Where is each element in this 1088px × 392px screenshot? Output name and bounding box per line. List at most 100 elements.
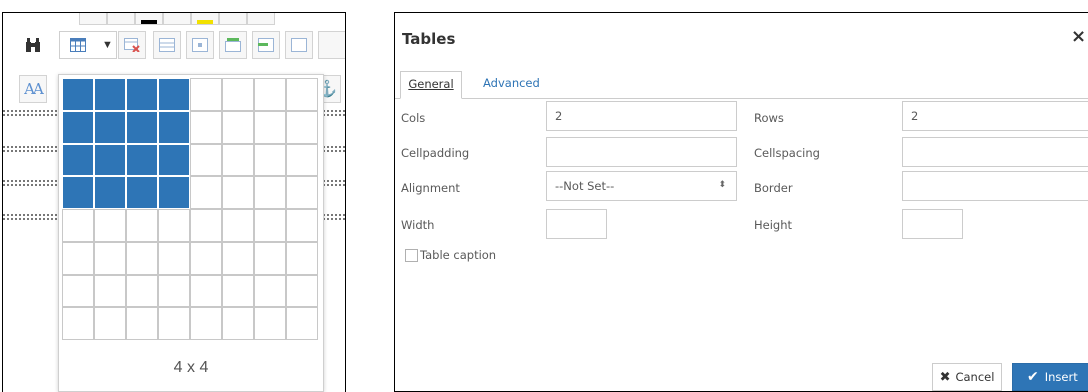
width-input[interactable] [546, 209, 607, 239]
rows-label: Rows [754, 111, 784, 125]
table-picker-cell[interactable] [158, 209, 190, 242]
table-caption-checkbox[interactable] [405, 249, 418, 262]
toolbar-button[interactable] [135, 13, 163, 25]
table-picker-cell[interactable] [126, 78, 158, 111]
table-picker-cell[interactable] [158, 241, 190, 275]
cellpadding-label: Cellpadding [401, 146, 470, 160]
toolbar-button[interactable] [247, 13, 275, 25]
table-picker-cell[interactable] [94, 274, 126, 308]
table-picker-cell[interactable] [254, 176, 286, 209]
table-picker-cell[interactable] [286, 143, 318, 177]
table-picker-cell[interactable] [126, 143, 158, 177]
table-picker-cell[interactable] [222, 274, 254, 308]
alignment-select[interactable]: --Not Set-- ⬍ [546, 171, 737, 201]
delete-table-button[interactable] [118, 31, 146, 59]
cancel-button[interactable]: ✖ Cancel [932, 363, 1002, 391]
table-picker-cell[interactable] [94, 307, 126, 340]
table-picker-cell[interactable] [62, 176, 94, 209]
table-picker-cell[interactable] [94, 176, 126, 209]
rows-input[interactable]: 2 [902, 101, 1088, 131]
cell-properties-button[interactable] [186, 31, 214, 59]
table-picker-cell[interactable] [190, 78, 222, 111]
table-picker-cell[interactable] [158, 110, 190, 144]
border-input[interactable] [902, 171, 1088, 201]
table-picker-cell[interactable] [222, 78, 254, 111]
cellspacing-input[interactable] [902, 137, 1088, 167]
table-picker-cell[interactable] [190, 110, 222, 144]
table-picker-cell[interactable] [62, 143, 94, 177]
table-button[interactable]: ▼ [59, 31, 117, 59]
table-picker-cell[interactable] [222, 176, 254, 209]
table-picker-cell[interactable] [126, 274, 158, 308]
toolbar-button[interactable] [163, 13, 191, 25]
font-size-button[interactable]: AA [19, 75, 47, 103]
table-picker-cell[interactable] [286, 176, 318, 209]
table-picker-cell[interactable] [222, 110, 254, 144]
height-input[interactable] [902, 209, 963, 239]
table-picker-cell[interactable] [126, 209, 158, 242]
table-picker-cell[interactable] [286, 209, 318, 242]
table-picker-cell[interactable] [222, 209, 254, 242]
toolbar-button[interactable] [79, 13, 107, 25]
table-picker-cell[interactable] [254, 209, 286, 242]
table-picker-cell[interactable] [222, 143, 254, 177]
table-picker-cell[interactable] [158, 176, 190, 209]
tab-advanced[interactable]: Advanced [483, 76, 540, 90]
toolbar-button[interactable] [191, 13, 219, 25]
toolbar-button[interactable] [318, 31, 345, 59]
table-picker-cell[interactable] [94, 143, 126, 177]
delete-row-button[interactable] [252, 31, 280, 59]
table-picker-cell[interactable] [286, 241, 318, 275]
table-picker-cell[interactable] [254, 274, 286, 308]
cols-input[interactable]: 2 [546, 101, 737, 131]
table-picker-cell[interactable] [126, 176, 158, 209]
table-picker-cell[interactable] [126, 307, 158, 340]
table-picker-cell[interactable] [190, 143, 222, 177]
table-picker-cell[interactable] [94, 110, 126, 144]
table-picker-cell[interactable] [254, 307, 286, 340]
close-icon[interactable]: × [1071, 26, 1086, 47]
table-picker-cell[interactable] [62, 110, 94, 144]
table-picker-cell[interactable] [62, 209, 94, 242]
table-picker-cell[interactable] [222, 241, 254, 275]
table-picker-cell[interactable] [222, 307, 254, 340]
tab-general[interactable]: General [400, 71, 462, 99]
insert-label: Insert [1044, 370, 1078, 384]
toolbar-button[interactable] [107, 13, 135, 25]
table-picker-cell[interactable] [158, 78, 190, 111]
table-picker-cell[interactable] [62, 307, 94, 340]
table-picker-cell[interactable] [254, 241, 286, 275]
table-picker-cell[interactable] [254, 143, 286, 177]
table-picker-cell[interactable] [62, 78, 94, 111]
table-picker-cell[interactable] [94, 241, 126, 275]
cellpadding-input[interactable] [546, 137, 737, 167]
table-caption-label: Table caption [420, 248, 497, 262]
insert-button[interactable]: ✔ Insert [1012, 363, 1088, 391]
table-picker-cell[interactable] [94, 78, 126, 111]
table-picker-cell[interactable] [62, 241, 94, 275]
table-picker-cell[interactable] [190, 241, 222, 275]
table-picker-cell[interactable] [94, 209, 126, 242]
toolbar-button[interactable] [219, 13, 247, 25]
toolbar-button[interactable] [285, 31, 313, 59]
table-picker-cell[interactable] [190, 274, 222, 308]
table-picker-cell[interactable] [254, 78, 286, 111]
table-picker-cell[interactable] [286, 78, 318, 111]
table-picker-cell[interactable] [286, 307, 318, 340]
table-picker-cell[interactable] [190, 176, 222, 209]
table-picker-cell[interactable] [62, 274, 94, 308]
table-picker-cell[interactable] [158, 274, 190, 308]
table-picker-cell[interactable] [190, 307, 222, 340]
table-picker-cell[interactable] [158, 143, 190, 177]
table-picker-cell[interactable] [190, 209, 222, 242]
table-properties-button[interactable] [153, 31, 181, 59]
table-picker-cell[interactable] [126, 241, 158, 275]
binoculars-icon[interactable] [19, 31, 47, 59]
table-picker-cell[interactable] [254, 110, 286, 144]
insert-row-button[interactable] [219, 31, 247, 59]
table-picker-cell[interactable] [158, 307, 190, 340]
height-label: Height [754, 218, 793, 232]
table-picker-cell[interactable] [126, 110, 158, 144]
table-picker-cell[interactable] [286, 110, 318, 144]
table-picker-cell[interactable] [286, 274, 318, 308]
